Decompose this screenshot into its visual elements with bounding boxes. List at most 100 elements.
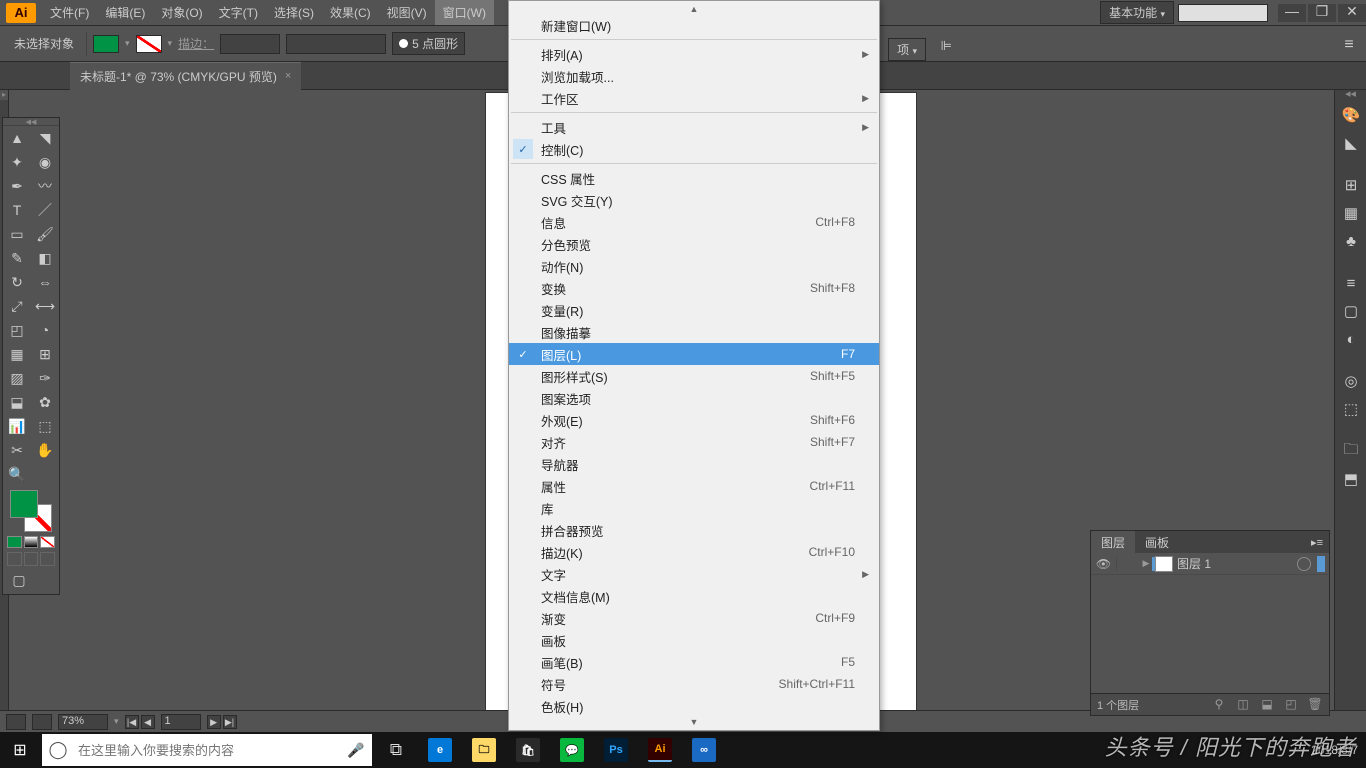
taskbar-app-edge[interactable]: e xyxy=(418,732,462,768)
taskbar-app-generic[interactable]: ∞ xyxy=(682,732,726,768)
menu-window[interactable]: 窗口(W) xyxy=(435,0,494,25)
taskbar-app-wechat[interactable]: 💬 xyxy=(550,732,594,768)
menu-item[interactable]: SVG 交互(Y) xyxy=(509,189,879,211)
menu-item[interactable]: 图案选项 xyxy=(509,387,879,409)
menu-item[interactable]: 信息Ctrl+F8 xyxy=(509,211,879,233)
workspace-switcher[interactable]: 基本功能 ▾ xyxy=(1100,1,1174,24)
menu-item[interactable]: 画笔(B)F5 xyxy=(509,651,879,673)
menu-item[interactable]: 画板 xyxy=(509,629,879,651)
menu-object[interactable]: 对象(O) xyxy=(153,0,210,25)
menu-item[interactable]: 对齐Shift+F7 xyxy=(509,431,879,453)
options-bar-menu-icon[interactable]: ≡ xyxy=(1340,36,1358,52)
rectangle-tool[interactable]: ▭ xyxy=(3,222,31,246)
curvature-tool[interactable]: 〰 xyxy=(31,174,59,198)
draw-normal-btn[interactable] xyxy=(7,552,22,566)
gradient-tool[interactable]: ▨ xyxy=(3,366,31,390)
layers-panel-icon[interactable]: ⬒ xyxy=(1337,466,1365,492)
search-input[interactable] xyxy=(74,743,340,758)
window-maximize-button[interactable]: ❐ xyxy=(1308,4,1336,22)
menu-item[interactable]: 动作(N) xyxy=(509,255,879,277)
menu-effect[interactable]: 效果(C) xyxy=(322,0,379,25)
direct-selection-tool[interactable]: ◥ xyxy=(31,126,59,150)
menu-item[interactable]: 浏览加载项... xyxy=(509,65,879,87)
color-mode-btn[interactable] xyxy=(7,536,22,548)
paintbrush-tool[interactable]: 🖌 xyxy=(31,222,59,246)
layer-row[interactable]: 👁 ▶ 图层 1 xyxy=(1091,553,1329,575)
menu-item[interactable]: 拼合器预览 xyxy=(509,519,879,541)
menu-file[interactable]: 文件(F) xyxy=(42,0,97,25)
scroll-down-arrow[interactable]: ▼ xyxy=(509,717,879,727)
menu-view[interactable]: 视图(V) xyxy=(379,0,435,25)
draw-inside-btn[interactable] xyxy=(40,552,55,566)
tab-artboards[interactable]: 画板 xyxy=(1135,531,1179,554)
artboard-tool[interactable]: ⬚ xyxy=(31,414,59,438)
menu-item[interactable]: 文字▶ xyxy=(509,563,879,585)
graphic-styles-icon[interactable]: ⬚ xyxy=(1337,396,1365,422)
window-minimize-button[interactable]: — xyxy=(1278,4,1306,22)
first-artboard-btn[interactable]: |◀ xyxy=(125,715,139,729)
type-tool[interactable]: T xyxy=(3,198,31,222)
color-panel-icon[interactable]: 🎨 xyxy=(1337,102,1365,128)
menu-type[interactable]: 文字(T) xyxy=(211,0,266,25)
menu-item[interactable]: 图形样式(S)Shift+F5 xyxy=(509,365,879,387)
gpu-preview-btn[interactable] xyxy=(6,714,26,730)
gradient-mode-btn[interactable] xyxy=(24,536,39,548)
menu-item[interactable]: CSS 属性 xyxy=(509,167,879,189)
window-close-button[interactable]: ✕ xyxy=(1338,4,1366,22)
menu-item[interactable]: ✓控制(C) xyxy=(509,138,879,160)
mesh-tool[interactable]: ⊞ xyxy=(31,342,59,366)
help-search-input[interactable] xyxy=(1178,4,1268,22)
create-layer-icon[interactable]: ◰ xyxy=(1283,697,1299,713)
stroke-profile-input[interactable] xyxy=(286,34,386,54)
scroll-up-arrow[interactable]: ▲ xyxy=(509,4,879,14)
layer-name[interactable]: 图层 1 xyxy=(1177,555,1291,572)
shape-builder-tool[interactable]: ◔ xyxy=(31,318,59,342)
zoom-input[interactable]: 73% xyxy=(58,714,108,730)
expand-icon[interactable]: ▶ xyxy=(1139,558,1153,569)
panel-menu-icon[interactable]: ▸≡ xyxy=(1305,536,1329,549)
hand-tool[interactable]: ✋ xyxy=(31,438,59,462)
make-clipping-mask-icon[interactable]: ◫ xyxy=(1235,697,1251,713)
taskbar-app-ps[interactable]: Ps xyxy=(594,732,638,768)
fill-stroke-swatches[interactable] xyxy=(10,490,52,532)
transparency-panel-icon[interactable]: ◐ xyxy=(1337,326,1365,352)
width-tool[interactable]: ⟷ xyxy=(31,294,59,318)
tab-layers[interactable]: 图层 xyxy=(1091,531,1135,554)
menu-item[interactable]: 工具▶ xyxy=(509,116,879,138)
menu-edit[interactable]: 编辑(E) xyxy=(97,0,153,25)
start-button[interactable]: ⊞ xyxy=(0,732,40,768)
appearance-panel-icon[interactable]: ◎ xyxy=(1337,368,1365,394)
gradient-panel-icon[interactable]: ▢ xyxy=(1337,298,1365,324)
tools-panel-handle[interactable]: ◀◀ xyxy=(3,118,59,126)
create-sublayer-icon[interactable]: ⬓ xyxy=(1259,697,1275,713)
next-artboard-btn[interactable]: ▶ xyxy=(207,715,221,729)
menu-item[interactable]: 色板(H) xyxy=(509,695,879,717)
visibility-toggle-icon[interactable]: 👁 xyxy=(1091,557,1117,571)
cortana-icon[interactable]: ◯ xyxy=(42,740,74,760)
zoom-tool[interactable]: 🔍 xyxy=(3,462,31,486)
eyedropper-tool[interactable]: ✑ xyxy=(31,366,59,390)
lasso-tool[interactable]: ◉ xyxy=(31,150,59,174)
menu-item[interactable]: 渐变Ctrl+F9 xyxy=(509,607,879,629)
menu-item[interactable]: 排列(A)▶ xyxy=(509,43,879,65)
brush-definition-field[interactable]: 5 点圆形 xyxy=(392,32,465,55)
taskbar-search[interactable]: ◯ 🎤 xyxy=(42,734,372,766)
libraries-panel-icon[interactable]: 🗀 xyxy=(1337,438,1365,464)
fill-swatch[interactable] xyxy=(93,35,119,53)
delete-layer-icon[interactable]: 🗑 xyxy=(1307,697,1323,713)
reflect-tool[interactable]: ⇔ xyxy=(31,270,59,294)
pen-tool[interactable]: ✒ xyxy=(3,174,31,198)
task-view-icon[interactable]: ⧉ xyxy=(374,732,418,768)
stroke-label[interactable]: 描边： xyxy=(178,35,214,52)
slice-tool[interactable]: ✂ xyxy=(3,438,31,462)
fill-color-swatch[interactable] xyxy=(10,490,38,518)
symbols-panel-icon[interactable]: ♣ xyxy=(1337,228,1365,254)
stroke-panel-icon[interactable]: ≡ xyxy=(1337,270,1365,296)
swatches-panel-icon[interactable]: ⊞ xyxy=(1337,172,1365,198)
symbol-sprayer-tool[interactable]: ✿ xyxy=(31,390,59,414)
locate-object-icon[interactable]: ⚲ xyxy=(1211,697,1227,713)
screen-mode-btn[interactable]: ▢ xyxy=(5,568,33,592)
menu-select[interactable]: 选择(S) xyxy=(266,0,322,25)
close-icon[interactable]: × xyxy=(285,70,291,82)
eraser-tool[interactable]: ◧ xyxy=(31,246,59,270)
